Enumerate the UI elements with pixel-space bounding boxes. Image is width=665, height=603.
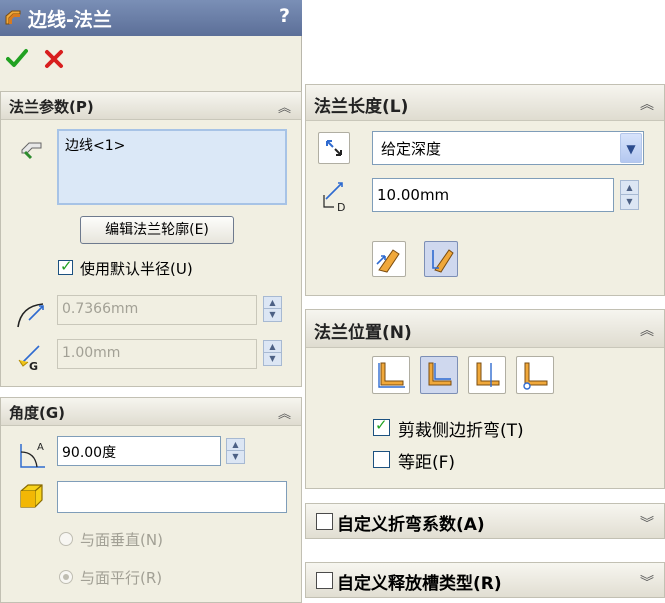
reference-face-field[interactable]: [57, 481, 287, 513]
gap-distance-value: 1.00mm: [62, 345, 121, 361]
flange-parameters-header[interactable]: 法兰参数(P) ︽: [1, 92, 301, 120]
edge-flange-icon: [5, 10, 21, 25]
depth-value: 10.00mm: [377, 186, 450, 204]
angle-title: 角度(G): [9, 404, 66, 422]
svg-text:G: G: [29, 360, 38, 372]
parallel-label: 与面平行(R): [80, 569, 163, 587]
gap-distance-field[interactable]: 1.00mm: [57, 339, 257, 369]
panel-title: 边线-法兰: [28, 9, 112, 31]
action-bar: [0, 36, 302, 91]
bend-radius-value: 0.7366mm: [62, 301, 139, 317]
gap-distance-spinner[interactable]: ▲ ▼: [263, 340, 282, 366]
depth-field[interactable]: 10.00mm: [372, 178, 614, 212]
flange-position-header[interactable]: 法兰位置(N) ︽: [306, 310, 664, 348]
expand-icon[interactable]: ︾: [640, 572, 654, 592]
collapse-icon[interactable]: ︽: [640, 320, 654, 340]
angle-header[interactable]: 角度(G) ︽: [1, 398, 301, 426]
trim-side-bends-checkbox[interactable]: [373, 416, 390, 436]
spin-up-icon[interactable]: ▲: [621, 181, 638, 195]
bend-radius-icon: [17, 303, 44, 328]
reverse-direction-icon: [326, 140, 342, 156]
angle-value: 90.00度: [62, 445, 117, 461]
spin-down-icon[interactable]: ▼: [621, 195, 638, 209]
bend-radius-field[interactable]: 0.7366mm: [57, 295, 257, 325]
depth-spinner[interactable]: ▲ ▼: [620, 180, 639, 210]
chevron-down-icon[interactable]: ▼: [620, 133, 642, 163]
bend-outside-button[interactable]: [468, 356, 506, 394]
custom-relief-type-label: 自定义释放槽类型(R): [337, 574, 502, 594]
angle-field[interactable]: 90.00度: [57, 436, 221, 466]
parallel-radio[interactable]: [59, 570, 73, 584]
spin-down-icon[interactable]: ▼: [264, 309, 281, 321]
flange-length-title: 法兰长度(L): [314, 97, 409, 117]
offset-label: 等距(F): [398, 453, 456, 473]
offset-checkbox[interactable]: [373, 451, 390, 468]
inner-virtual-sharp-icon: [432, 249, 454, 273]
trim-side-bends-label: 剪裁侧边折弯(T): [398, 421, 524, 441]
custom-relief-type-group[interactable]: 自定义释放槽类型(R) ︾: [305, 562, 665, 598]
material-outside-icon: [428, 362, 452, 386]
inner-virtual-sharp-button[interactable]: [424, 241, 458, 277]
spin-up-icon[interactable]: ▲: [264, 297, 281, 309]
edge-selection-list[interactable]: 边线<1>: [57, 129, 287, 205]
end-condition-value: 给定深度: [381, 140, 442, 158]
edge-select-icon: [21, 142, 42, 160]
flange-position-title: 法兰位置(N): [314, 323, 412, 343]
use-default-radius-checkbox[interactable]: [58, 257, 73, 275]
help-button[interactable]: ?: [279, 5, 290, 27]
material-outside-button[interactable]: [420, 356, 458, 394]
collapse-icon[interactable]: ︽: [278, 403, 291, 422]
perpendicular-radio[interactable]: [59, 532, 73, 546]
flange-parameters-title: 法兰参数(P): [9, 98, 94, 116]
depth-icon: D: [323, 182, 345, 213]
material-inside-button[interactable]: [372, 356, 410, 394]
svg-text:D: D: [337, 201, 345, 213]
bend-outside-icon: [476, 362, 500, 387]
angle-group: 角度(G) ︽ A 90.00度 ▲ ▼ 与面垂直(N) 与面平行(R): [0, 397, 302, 603]
perpendicular-label: 与面垂直(N): [80, 531, 163, 549]
expand-icon[interactable]: ︾: [640, 513, 654, 533]
edit-flange-profile-button[interactable]: 编辑法兰轮廓(E): [80, 216, 234, 244]
custom-bend-allowance-checkbox[interactable]: [316, 513, 333, 530]
flange-length-header[interactable]: 法兰长度(L) ︽: [306, 85, 664, 121]
angle-spinner[interactable]: ▲ ▼: [226, 438, 245, 464]
flange-parameters-group: 法兰参数(P) ︽ 边线<1> 编辑法兰轮廓(E) 使用默认半径(U) 0.73…: [0, 91, 302, 387]
spin-up-icon[interactable]: ▲: [227, 439, 244, 451]
svg-text:A: A: [37, 442, 44, 453]
face-cube-icon: [20, 484, 43, 508]
virtual-sharp-icon: [523, 362, 548, 390]
spin-down-icon[interactable]: ▼: [227, 451, 244, 463]
collapse-icon[interactable]: ︽: [640, 94, 654, 114]
end-condition-select[interactable]: 给定深度 ▼: [372, 131, 644, 165]
virtual-sharp-button[interactable]: [516, 356, 554, 394]
flange-length-group: 法兰长度(L) ︽ 给定深度 ▼ D 10.00mm ▲ ▼: [305, 84, 665, 296]
cross-icon[interactable]: [44, 49, 64, 69]
title-bar: 边线-法兰 ?: [0, 0, 302, 36]
custom-relief-type-checkbox[interactable]: [316, 572, 333, 589]
edit-flange-profile-label: 编辑法兰轮廓(E): [105, 222, 209, 238]
reverse-direction-button[interactable]: [318, 132, 350, 164]
use-default-radius-label: 使用默认半径(U): [80, 260, 193, 278]
checkmark-icon[interactable]: [6, 48, 28, 68]
edge-list-item[interactable]: 边线<1>: [65, 135, 125, 155]
collapse-icon[interactable]: ︽: [278, 97, 291, 116]
spin-down-icon[interactable]: ▼: [264, 353, 281, 365]
gap-distance-icon: G: [18, 345, 40, 372]
spin-up-icon[interactable]: ▲: [264, 341, 281, 353]
custom-bend-allowance-group[interactable]: 自定义折弯系数(A) ︾: [305, 503, 665, 539]
flange-position-group: 法兰位置(N) ︽ 剪裁侧边折弯(T) 等距(F): [305, 309, 665, 489]
bend-radius-spinner[interactable]: ▲ ▼: [263, 296, 282, 322]
flange-angle-icon: A: [20, 442, 45, 468]
outer-virtual-sharp-icon: [376, 249, 400, 273]
material-inside-icon: [378, 362, 405, 388]
custom-bend-allowance-label: 自定义折弯系数(A): [337, 515, 485, 535]
outer-virtual-sharp-button[interactable]: [372, 241, 406, 277]
